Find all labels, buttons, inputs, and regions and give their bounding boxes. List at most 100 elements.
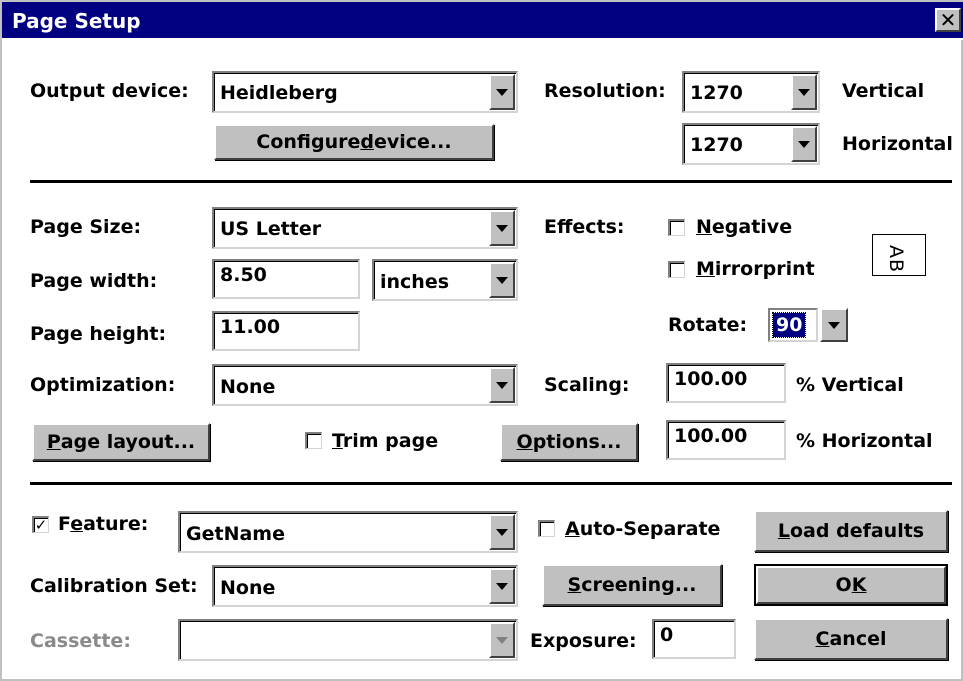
output-device-label: Output device: <box>30 80 189 102</box>
trim-page-checkbox[interactable] <box>305 432 322 449</box>
resolution-label: Resolution: <box>544 80 666 102</box>
title-bar[interactable]: Page Setup ✕ <box>2 2 963 40</box>
feature-value: GetName <box>186 523 285 545</box>
mirrorprint-label-b: irrorprint <box>714 258 815 280</box>
trim-page-label: Trim page <box>332 430 438 452</box>
scale-vertical-input[interactable]: 100.00 <box>666 363 786 403</box>
units-value: inches <box>380 271 450 293</box>
cancel-label-a: C <box>815 628 830 650</box>
chevron-down-icon[interactable] <box>791 74 817 110</box>
chevron-down-icon[interactable] <box>489 367 515 403</box>
chevron-down-icon[interactable] <box>489 568 515 604</box>
negative-label: Negative <box>696 216 792 238</box>
chevron-down-icon[interactable] <box>489 514 515 550</box>
negative-label-b: egative <box>711 216 793 238</box>
scale-horizontal-input[interactable]: 100.00 <box>666 420 786 460</box>
chevron-down-icon[interactable] <box>489 262 515 298</box>
optimization-select[interactable]: None <box>212 364 518 406</box>
separator <box>30 180 952 183</box>
exposure-value: 0 <box>660 624 674 646</box>
auto-separate-label-b: uto-Separate <box>579 518 721 540</box>
check-icon: ✓ <box>34 516 48 534</box>
chevron-down-icon[interactable] <box>489 74 515 110</box>
resolution-horizontal-label: Horizontal <box>842 133 953 155</box>
options-label-a: O <box>516 431 533 453</box>
page-setup-dialog: Page Setup ✕ Output device: Heidleberg C… <box>0 0 963 681</box>
scale-horizontal-value: 100.00 <box>674 425 748 447</box>
load-defaults-button[interactable]: Load defaults <box>754 510 948 552</box>
cassette-label: Cassette: <box>30 630 131 652</box>
resolution-vertical-value: 1270 <box>690 82 743 104</box>
output-device-select[interactable]: Heidleberg <box>212 71 518 113</box>
chevron-down-icon[interactable] <box>489 210 515 246</box>
page-layout-button[interactable]: Page layout... <box>32 423 210 461</box>
configure-device-button[interactable]: Configure d evice... <box>214 124 494 160</box>
auto-separate-label: Auto-Separate <box>565 518 720 540</box>
page-size-value: US Letter <box>220 218 322 240</box>
scale-vertical-label: % Vertical <box>796 374 904 396</box>
scaling-label: Scaling: <box>544 374 630 396</box>
resolution-horizontal-select[interactable]: 1270 <box>682 123 820 165</box>
options-label-b: ptions... <box>532 431 622 453</box>
cancel-label-b: ancel <box>829 628 887 650</box>
screening-label-b: creening... <box>581 574 697 596</box>
resolution-vertical-select[interactable]: 1270 <box>682 71 820 113</box>
auto-separate-checkbox[interactable] <box>538 520 555 537</box>
cancel-button[interactable]: Cancel <box>754 618 948 660</box>
exposure-input[interactable]: 0 <box>652 619 736 659</box>
page-height-label: Page height: <box>30 323 167 345</box>
close-icon: ✕ <box>939 8 957 32</box>
page-width-value: 8.50 <box>220 264 267 286</box>
chevron-down-icon[interactable] <box>791 126 817 162</box>
effects-label: Effects: <box>544 216 625 238</box>
feature-select[interactable]: GetName <box>178 511 518 553</box>
configure-device-label-c: evice... <box>374 131 452 153</box>
window-title: Page Setup <box>12 9 141 33</box>
page-width-input[interactable]: 8.50 <box>212 259 360 299</box>
page-size-select[interactable]: US Letter <box>212 207 518 249</box>
rotation-preview: AB <box>872 234 926 276</box>
scale-horizontal-label: % Horizontal <box>796 430 933 452</box>
units-select[interactable]: inches <box>372 259 518 301</box>
calibration-set-value: None <box>220 577 276 599</box>
cassette-select <box>178 619 518 661</box>
page-layout-label-a: P <box>46 431 61 453</box>
screening-label-a: S <box>567 574 582 596</box>
page-height-value: 11.00 <box>220 316 281 338</box>
configure-device-label-b: d <box>360 131 374 153</box>
ok-label-b: K <box>851 574 867 596</box>
chevron-down-icon[interactable] <box>820 308 848 342</box>
exposure-label: Exposure: <box>530 630 637 652</box>
feature-checkbox[interactable]: ✓ <box>32 516 49 533</box>
load-defaults-label-b: oad defaults <box>790 520 925 542</box>
negative-checkbox[interactable] <box>668 219 685 236</box>
close-button[interactable]: ✕ <box>935 8 961 32</box>
feature-label-b: e <box>70 513 84 535</box>
page-height-input[interactable]: 11.00 <box>212 311 360 351</box>
optimization-value: None <box>220 376 276 398</box>
screening-button[interactable]: Screening... <box>542 564 722 606</box>
rotate-value: 90 <box>771 312 807 338</box>
feature-label: Feature: <box>58 513 148 535</box>
configure-device-label-a: Configure <box>256 131 361 153</box>
feature-label-c: ature: <box>83 513 149 535</box>
resolution-horizontal-value: 1270 <box>690 134 743 156</box>
ok-button[interactable]: OK <box>754 564 948 606</box>
resolution-vertical-label: Vertical <box>842 80 925 102</box>
mirrorprint-label-a: M <box>696 258 715 280</box>
ok-label-a: O <box>835 574 852 596</box>
trim-page-label-a: T <box>332 430 343 452</box>
load-defaults-label-a: L <box>777 520 790 542</box>
options-button[interactable]: Options... <box>500 423 638 461</box>
auto-separate-label-a: A <box>565 518 580 540</box>
mirrorprint-checkbox[interactable] <box>668 261 685 278</box>
chevron-down-icon <box>489 622 515 658</box>
page-width-label: Page width: <box>30 270 158 292</box>
feature-label-a: F <box>58 513 71 535</box>
trim-page-label-b: rim page <box>342 430 439 452</box>
optimization-label: Optimization: <box>30 374 176 396</box>
calibration-set-select[interactable]: None <box>212 565 518 607</box>
output-device-value: Heidleberg <box>220 82 338 104</box>
rotate-select[interactable]: 90 <box>768 308 818 342</box>
rotate-label: Rotate: <box>668 314 748 336</box>
